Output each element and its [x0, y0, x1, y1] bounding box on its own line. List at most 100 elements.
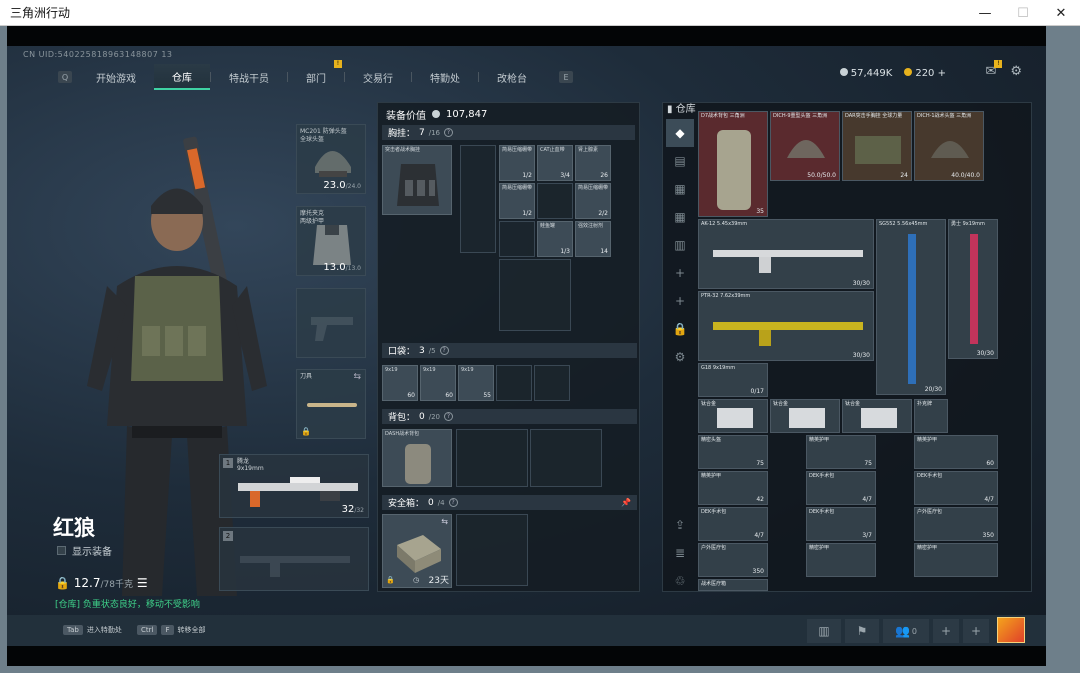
grid-cell[interactable]: [456, 514, 528, 586]
category-4-icon[interactable]: ▥: [666, 231, 694, 259]
inventory-item[interactable]: 鲑鱼罐 1/3: [537, 221, 573, 257]
primary-weapon-slot[interactable]: 1 腾龙 9x19mm 32/32: [219, 454, 369, 518]
help-icon[interactable]: ?: [444, 412, 454, 421]
category-all-icon[interactable]: ◆: [666, 119, 694, 147]
grid-cell[interactable]: [534, 365, 570, 401]
friends-icon[interactable]: 👥 0: [883, 619, 929, 643]
inventory-item[interactable]: 9x19 60: [382, 365, 418, 401]
category-1-icon[interactable]: ▤: [666, 147, 694, 175]
grid-cell[interactable]: [537, 183, 573, 219]
warehouse-item[interactable]: 户外医疗包 350: [914, 507, 998, 541]
inventory-item[interactable]: 9x19 60: [420, 365, 456, 401]
inventory-item[interactable]: 简易压缩绷带 2/2: [575, 183, 611, 219]
settings-icon[interactable]: ⚙: [666, 343, 694, 371]
warehouse-item[interactable]: 扑克牌: [914, 399, 948, 433]
tab-special-ops[interactable]: 特勤处: [412, 64, 478, 90]
grid-cell[interactable]: [460, 145, 496, 253]
grid-cell[interactable]: [496, 365, 532, 401]
warehouse-item[interactable]: PTR-32 7.62x39mm 30/30: [698, 291, 874, 361]
show-equipment-toggle[interactable]: 显示装备: [57, 543, 112, 558]
avatar[interactable]: [997, 617, 1025, 643]
tab-department[interactable]: 部门!: [288, 60, 344, 90]
helmet-slot[interactable]: MC201 防弹头盔 全球头盔 23.0/24.0: [296, 124, 366, 194]
inventory-item[interactable]: 强效注射剂 14: [575, 221, 611, 257]
add-gold[interactable]: +: [938, 68, 946, 79]
lock-icon[interactable]: 🔒: [666, 315, 694, 343]
backpack-item[interactable]: DASH战术背包: [382, 429, 452, 487]
warehouse-item[interactable]: G18 9x19mm 0/17: [698, 363, 768, 397]
warehouse-item[interactable]: DEK手术包 3/7: [806, 507, 876, 541]
coin-balance[interactable]: 57,449K: [839, 68, 892, 79]
settings-icon[interactable]: ⚙: [1010, 64, 1022, 79]
warehouse-item[interactable]: 精英护甲 60: [914, 435, 998, 469]
warehouse-item[interactable]: DICH-1战术头盔 三角洲 40.0/40.0: [914, 111, 984, 181]
warehouse-item[interactable]: SG552 5.56x45mm 20/30: [876, 219, 946, 395]
tab-warehouse[interactable]: 仓库: [154, 64, 210, 90]
nav-right-key[interactable]: E: [559, 71, 573, 83]
help-icon[interactable]: ?: [439, 346, 449, 355]
grid-cell[interactable]: [499, 259, 571, 331]
grid-cell[interactable]: [499, 221, 535, 257]
inventory-item[interactable]: CAT止血带 3/4: [537, 145, 573, 181]
warehouse-item[interactable]: 钛合金: [698, 399, 768, 433]
chest-rig-item[interactable]: 突击者战术胸挂: [382, 145, 452, 215]
tab-operators[interactable]: 特战干员: [211, 64, 287, 90]
melee-slot[interactable]: 刀具 ⇆ 🔒: [296, 369, 366, 439]
grid-cell[interactable]: [530, 429, 602, 487]
tab-trading[interactable]: 交易行: [345, 64, 411, 90]
close-button[interactable]: ✕: [1042, 0, 1080, 26]
minimize-button[interactable]: —: [966, 0, 1004, 26]
warehouse-item[interactable]: DEK手术包 4/7: [806, 471, 876, 505]
transfer-icon[interactable]: ⇪: [666, 511, 694, 539]
pin-icon[interactable]: 📌: [621, 498, 631, 507]
grid-cell[interactable]: [456, 429, 528, 487]
checkbox[interactable]: [57, 546, 66, 555]
tab-gunsmith[interactable]: 改枪台: [479, 64, 545, 90]
category-2-icon[interactable]: ▦: [666, 175, 694, 203]
add-category-icon[interactable]: +: [666, 287, 694, 315]
inventory-item[interactable]: 简易压缩绷带 1/2: [499, 145, 535, 181]
inventory-item[interactable]: 肾上腺素 26: [575, 145, 611, 181]
secondary-weapon-slot[interactable]: 2: [219, 527, 369, 591]
warehouse-item[interactable]: 户外医疗包 350: [698, 543, 768, 577]
add-slot-icon[interactable]: +: [933, 619, 959, 643]
warehouse-item[interactable]: 钛合金: [770, 399, 840, 433]
list-icon[interactable]: ☰: [137, 576, 148, 590]
swap-icon[interactable]: ⇆: [441, 517, 448, 526]
warehouse-item[interactable]: DICH-9重型头盔 三角洲 50.0/50.0: [770, 111, 840, 181]
warehouse-item[interactable]: DEK手术包 4/7: [698, 507, 768, 541]
stats-icon[interactable]: ▥: [807, 619, 841, 643]
warehouse-item[interactable]: D7战术背包 三角洲 35: [698, 111, 768, 217]
warehouse-item[interactable]: 精英护甲 42: [698, 471, 768, 505]
category-3-icon[interactable]: ▦: [666, 203, 694, 231]
help-icon[interactable]: ?: [444, 128, 454, 137]
gold-balance[interactable]: 220 +: [904, 68, 946, 79]
warehouse-item[interactable]: DEK手术包 4/7: [914, 471, 998, 505]
add-slot-icon[interactable]: +: [963, 619, 989, 643]
warehouse-item[interactable]: 精英护甲 75: [806, 435, 876, 469]
layers-icon[interactable]: ≣: [666, 539, 694, 567]
add-category-icon[interactable]: +: [666, 259, 694, 287]
recycle-icon[interactable]: ♲: [666, 567, 694, 595]
warehouse-item[interactable]: 钛合金: [842, 399, 912, 433]
inventory-item[interactable]: 9x19 55: [458, 365, 494, 401]
hint-transfer-all[interactable]: Ctrl F 转移全部: [137, 625, 206, 635]
warehouse-item[interactable]: AK-12 5.45x39mm 30/30: [698, 219, 874, 289]
inventory-item[interactable]: 简易压缩绷带 1/2: [499, 183, 535, 219]
armor-slot[interactable]: 摩托夹克 两级护甲 13.0/13.0: [296, 206, 366, 276]
maximize-button[interactable]: ☐: [1004, 0, 1042, 26]
safe-box-item[interactable]: ⇆ 🔒 ◷ 23天: [382, 514, 452, 588]
warehouse-item[interactable]: 战术医疗箱: [698, 579, 768, 591]
nav-left-key[interactable]: Q: [58, 71, 72, 83]
warehouse-item[interactable]: 精密头盔 75: [698, 435, 768, 469]
warehouse-item[interactable]: 精密护甲: [806, 543, 876, 577]
sidearm-slot[interactable]: [296, 288, 366, 358]
warehouse-item[interactable]: DAR突击手胸挂 全球力量 24: [842, 111, 912, 181]
tab-start-game[interactable]: 开始游戏: [78, 64, 154, 90]
help-icon[interactable]: ?: [448, 498, 458, 507]
mail-icon[interactable]: ✉!: [985, 60, 1003, 79]
flag-icon[interactable]: ⚑: [845, 619, 879, 643]
hint-special-ops[interactable]: Tab 进入特勤处: [63, 625, 122, 635]
warehouse-item[interactable]: 勇士 9x19mm 30/30: [948, 219, 998, 359]
warehouse-item[interactable]: 精密护甲: [914, 543, 998, 577]
